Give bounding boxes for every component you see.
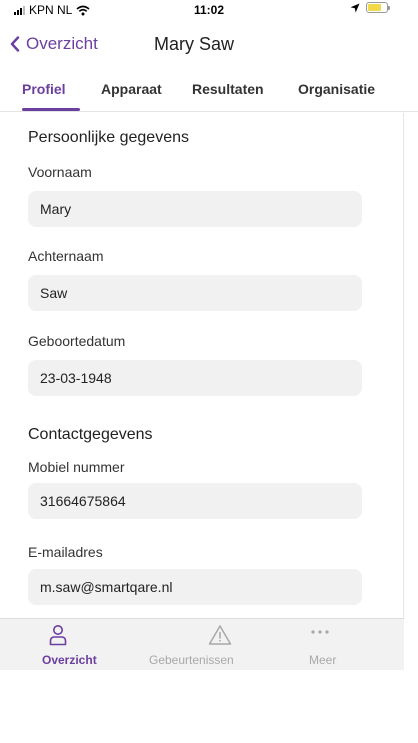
content-divider	[403, 113, 404, 618]
back-button-label: Overzicht	[26, 34, 98, 53]
email-label: E-mailadres	[28, 544, 103, 560]
tab-profiel[interactable]: Profiel	[22, 81, 66, 97]
bottom-nav-label-overzicht: Overzicht	[42, 653, 97, 667]
active-tab-indicator	[22, 108, 80, 111]
location-arrow-icon	[350, 3, 360, 12]
bottom-nav-meer[interactable]: Meer	[290, 619, 370, 671]
birthdate-field[interactable]: 23-03-1948	[28, 360, 362, 396]
status-right-group	[350, 2, 390, 13]
last-name-label: Achternaam	[28, 248, 104, 264]
bottom-nav-label-gebeurtenissen: Gebeurtenissen	[149, 653, 234, 667]
mobile-label: Mobiel nummer	[28, 459, 125, 475]
more-icon	[311, 630, 329, 634]
email-field[interactable]: m.saw@smartqare.nl	[28, 569, 362, 605]
tab-apparaat[interactable]: Apparaat	[101, 81, 162, 97]
section-title-contact: Contactgegevens	[28, 426, 153, 443]
bottom-nav-gebeurtenissen[interactable]: Gebeurtenissen	[142, 619, 252, 671]
battery-level	[368, 4, 381, 11]
mobile-field[interactable]: 31664675864	[28, 483, 362, 519]
status-bar: KPN NL 11:02	[0, 0, 418, 22]
profile-content[interactable]: Persoonlijke gegevens Voornaam Mary Acht…	[0, 113, 404, 618]
warning-icon	[208, 625, 232, 645]
battery-icon	[366, 2, 390, 13]
section-title-personal: Persoonlijke gegevens	[28, 129, 189, 146]
chevron-left-icon	[10, 36, 20, 52]
tab-organisatie[interactable]: Organisatie	[298, 81, 375, 97]
first-name-label: Voornaam	[28, 164, 92, 180]
bottom-nav: Overzicht Gebeurtenissen Meer	[0, 618, 404, 670]
back-button[interactable]: Overzicht	[10, 34, 98, 54]
bottom-nav-label-meer: Meer	[309, 653, 337, 667]
first-name-field[interactable]: Mary	[28, 191, 362, 227]
tab-bar: Profiel Apparaat Resultaten Organisatie	[0, 70, 418, 112]
page-title: Mary Saw	[154, 34, 235, 54]
person-icon	[49, 625, 67, 646]
birthdate-label: Geboortedatum	[28, 333, 126, 349]
tab-resultaten[interactable]: Resultaten	[192, 81, 264, 97]
navbar: Overzicht Mary Saw	[0, 22, 418, 70]
last-name-field[interactable]: Saw	[28, 275, 362, 311]
bottom-nav-overzicht[interactable]: Overzicht	[30, 619, 110, 671]
